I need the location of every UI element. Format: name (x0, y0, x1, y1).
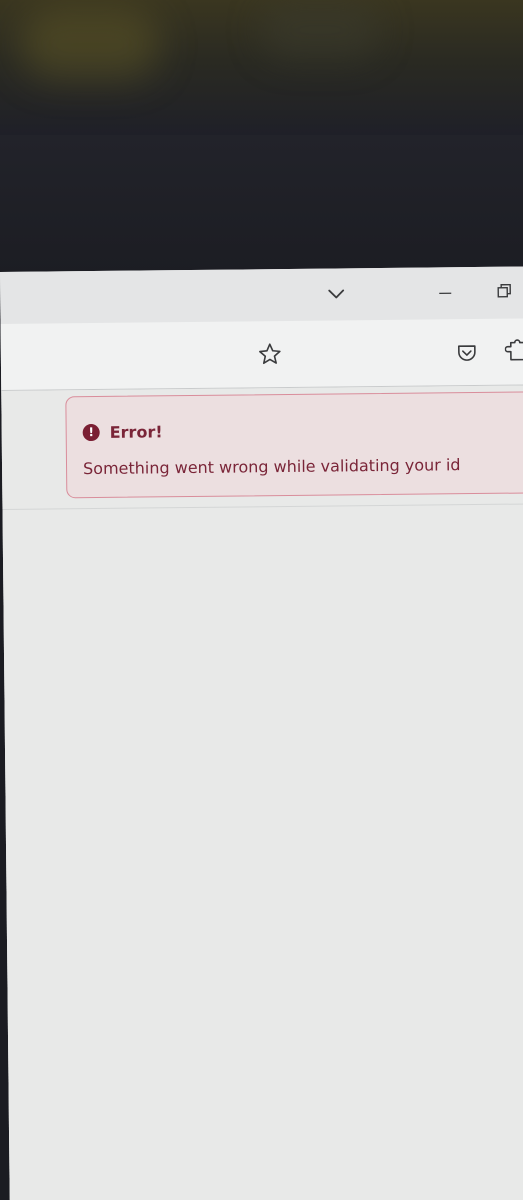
alert-message: Something went wrong while validating yo… (82, 455, 461, 479)
divider (2, 503, 523, 510)
star-icon[interactable] (257, 341, 283, 367)
monitor-bezel (0, 135, 523, 275)
error-alert: ! Error! Something went wrong while vali… (65, 391, 523, 499)
background-object (20, 10, 160, 80)
background-object (260, 0, 380, 60)
navigation-toolbar (0, 318, 523, 391)
exclamation-circle-icon: ! (82, 423, 100, 442)
extensions-icon[interactable] (504, 337, 523, 363)
title-bar (0, 266, 523, 324)
minimize-icon[interactable] (434, 285, 456, 299)
photo-background (0, 0, 523, 135)
browser-window: ! Error! Something went wrong while vali… (0, 266, 523, 1200)
pocket-icon[interactable] (455, 341, 479, 365)
alert-header: ! Error! (82, 422, 163, 442)
chevron-down-icon[interactable] (326, 286, 346, 302)
page-content: ! Error! Something went wrong while vali… (1, 385, 523, 1200)
alert-title: Error! (109, 422, 163, 442)
restore-icon[interactable] (494, 281, 514, 301)
